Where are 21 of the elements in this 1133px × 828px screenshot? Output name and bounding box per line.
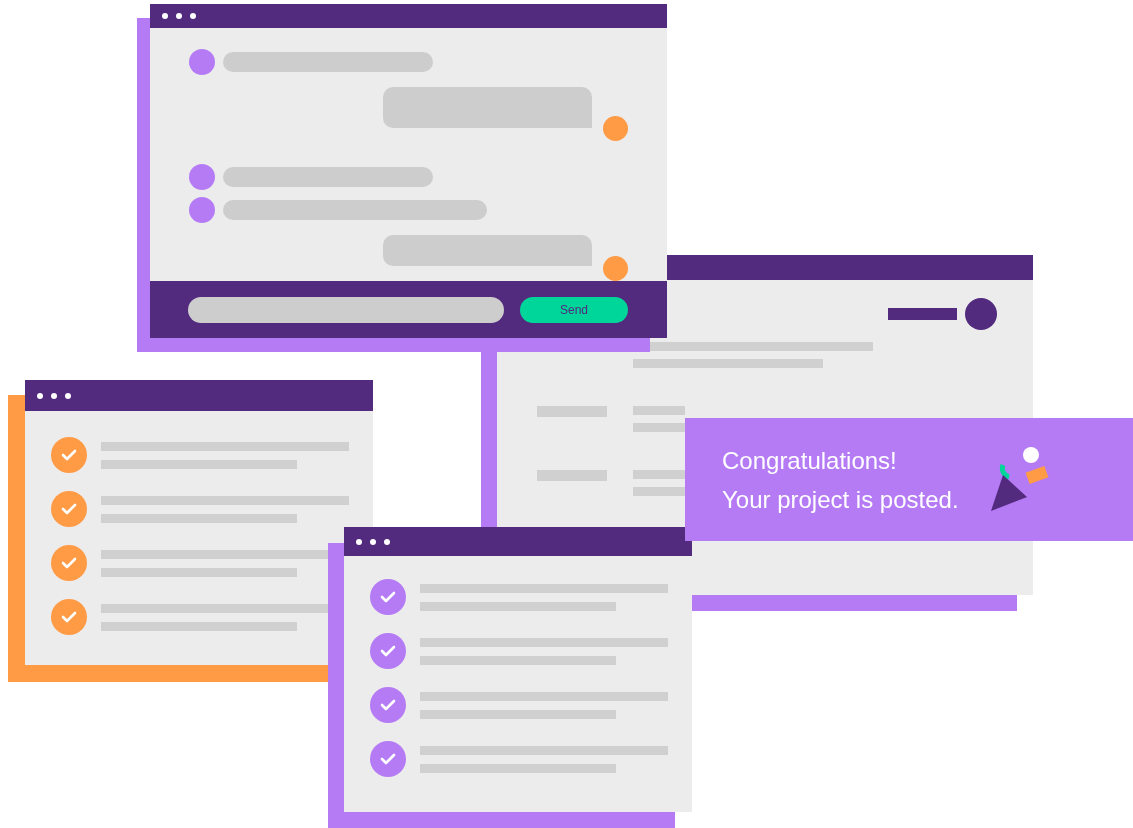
window-dot (370, 538, 376, 545)
notification-text: Congratulations! (722, 445, 898, 476)
window-dot (37, 392, 43, 399)
send-button[interactable]: Send (520, 296, 628, 323)
window-dot (51, 392, 57, 399)
window-dot (356, 538, 362, 545)
notification-text: Your project is posted. (722, 484, 959, 515)
window-dot (384, 538, 390, 545)
party-popper-icon (988, 446, 1051, 513)
message-input[interactable] (188, 296, 504, 323)
header-bar (888, 308, 957, 320)
avatar-circle (603, 256, 628, 281)
window-dot (162, 13, 168, 19)
avatar-circle (603, 116, 628, 141)
avatar-circle (965, 298, 997, 330)
window-dot (65, 392, 71, 399)
avatar-circle (189, 197, 215, 223)
window-dot (176, 13, 182, 19)
avatar-circle (189, 49, 215, 75)
window-dot (190, 13, 196, 19)
avatar-circle (189, 164, 215, 190)
